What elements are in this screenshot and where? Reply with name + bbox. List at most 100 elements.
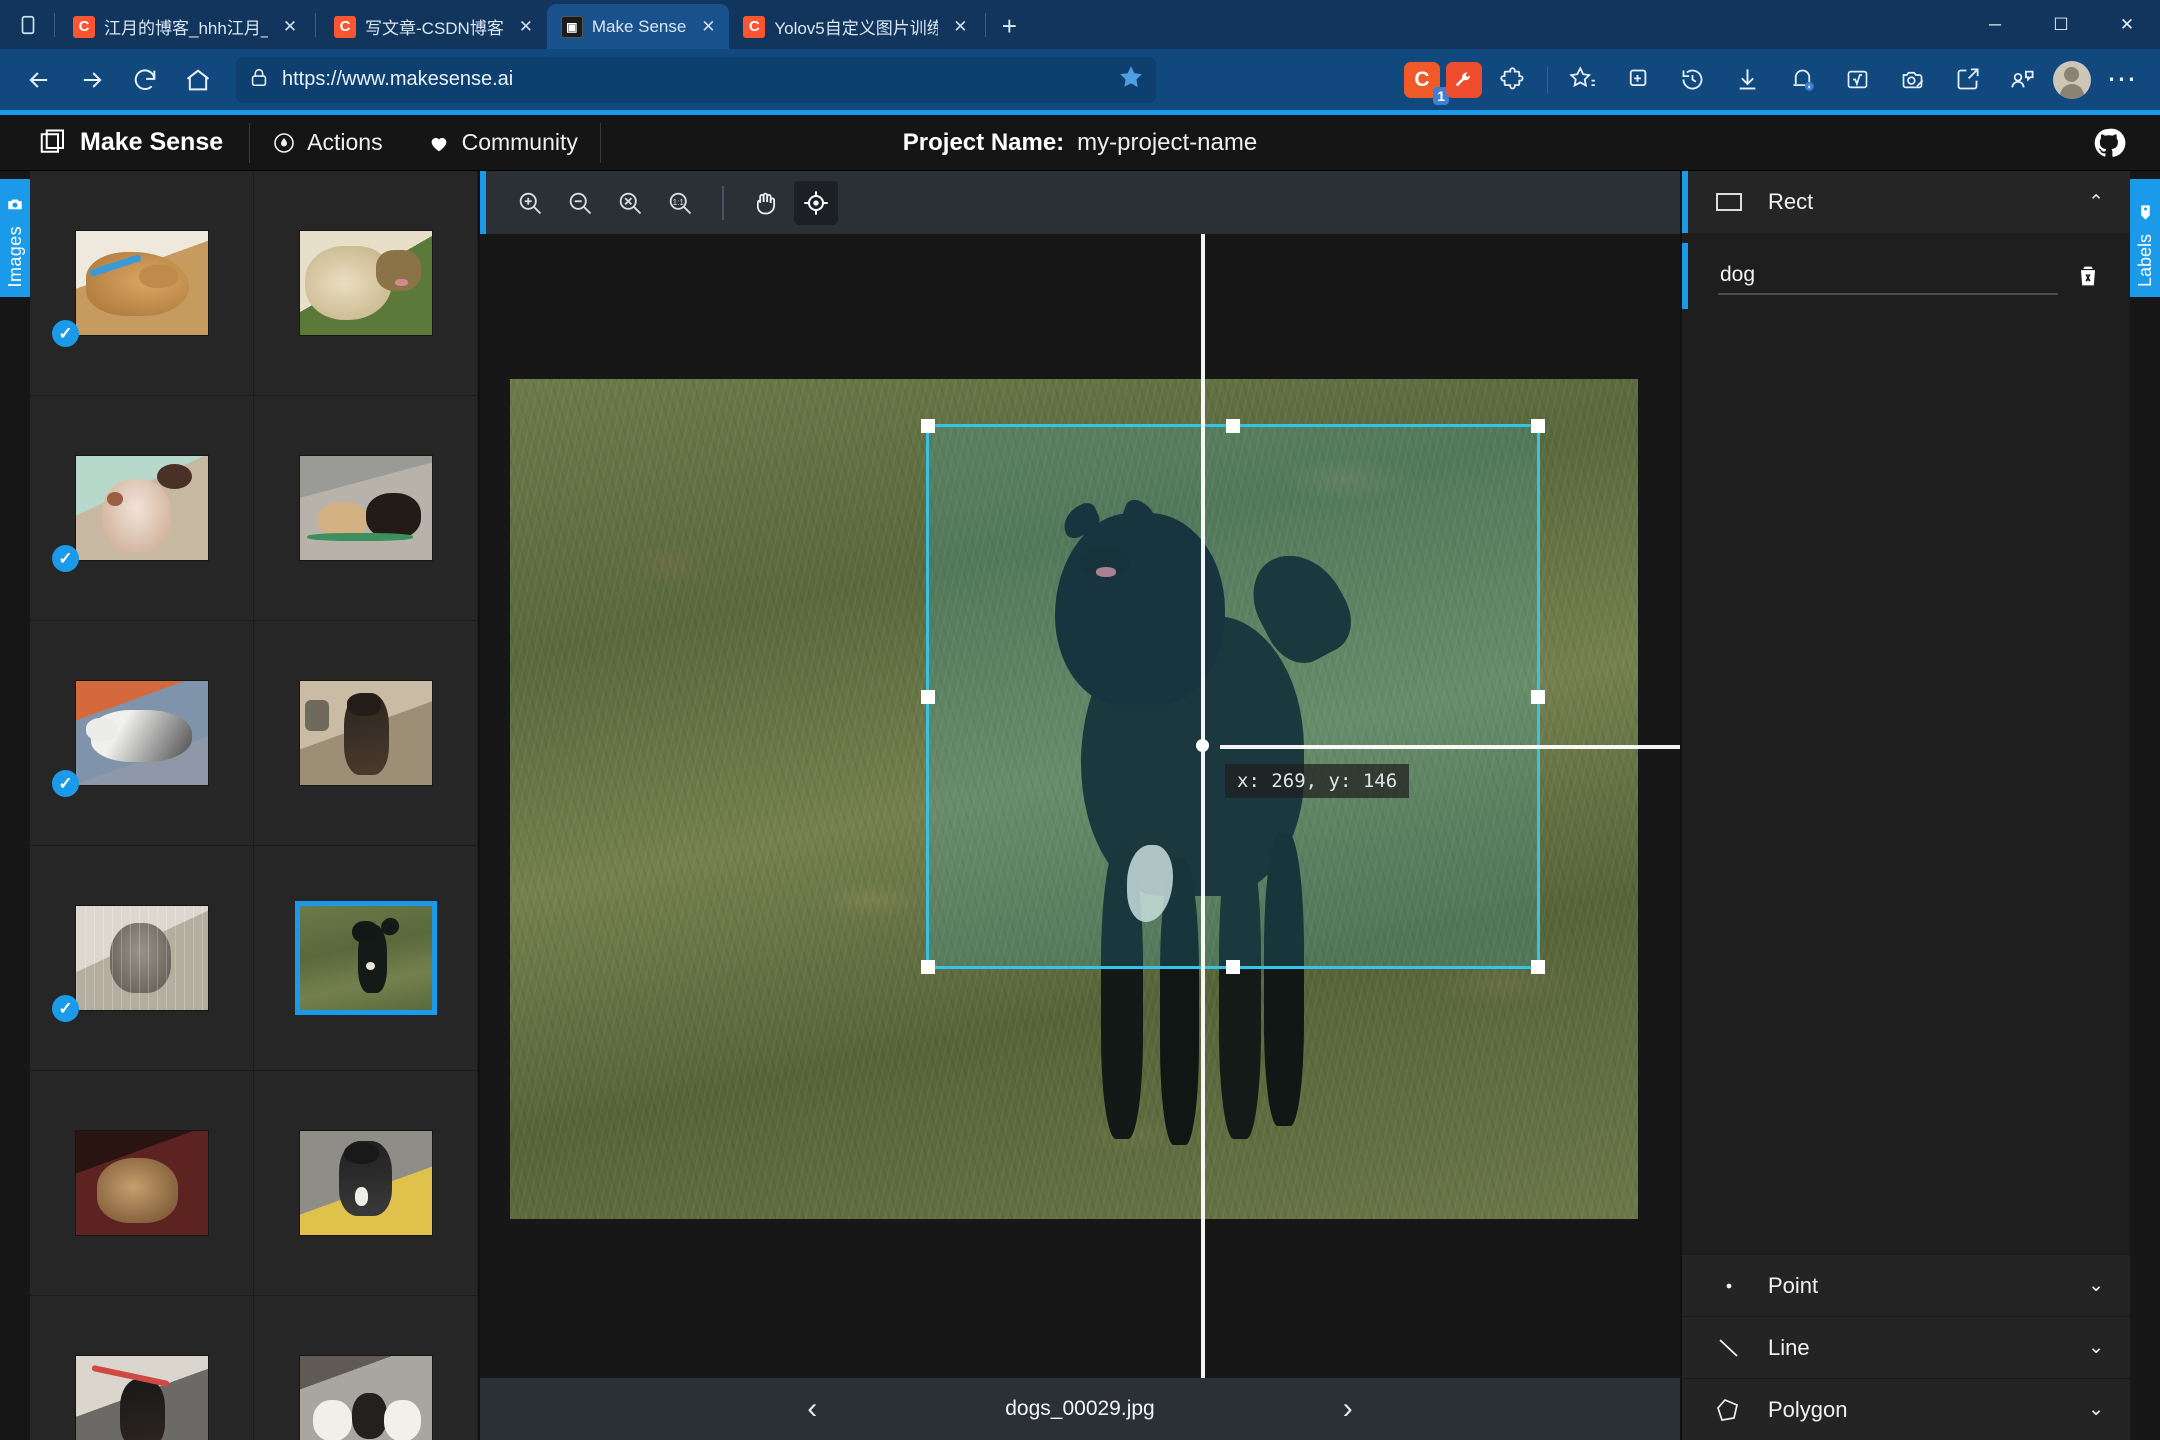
close-window-button[interactable]: ✕ bbox=[2094, 0, 2160, 49]
history-icon[interactable] bbox=[1668, 55, 1717, 104]
label-row[interactable] bbox=[1682, 243, 2130, 309]
minimize-button[interactable]: ─ bbox=[1962, 0, 2028, 49]
back-arrow-icon[interactable] bbox=[14, 55, 63, 104]
tab-title: Make Sense bbox=[591, 16, 687, 36]
nav-actions-label: Actions bbox=[307, 129, 383, 155]
tag-icon bbox=[2137, 204, 2154, 226]
selected-check-icon[interactable]: ✓ bbox=[52, 545, 79, 572]
tab-actions-icon[interactable] bbox=[6, 3, 50, 47]
project-name-value[interactable]: my-project-name bbox=[1077, 129, 1257, 157]
browser-tab-4[interactable]: C Yolov5自定义图片训练测试及模型 ✕ bbox=[729, 4, 981, 49]
avatar[interactable] bbox=[2053, 60, 2091, 99]
label-name-input[interactable] bbox=[1718, 257, 2058, 295]
app-header: Make Sense Actions Community Project Nam… bbox=[0, 115, 2160, 171]
settings-more-icon[interactable]: ⋯ bbox=[2097, 55, 2146, 104]
url-text: https://www.makesense.ai bbox=[282, 68, 514, 90]
rect-annotation[interactable] bbox=[921, 419, 1545, 974]
browser-tab-2[interactable]: C 写文章-CSDN博客 ✕ bbox=[320, 4, 547, 49]
csdn-icon: C bbox=[743, 15, 766, 38]
notifications-bell-icon[interactable] bbox=[1778, 55, 1827, 104]
trash-icon[interactable] bbox=[2072, 260, 2104, 292]
home-icon[interactable] bbox=[173, 55, 222, 104]
tool-extension-icon[interactable] bbox=[1446, 61, 1482, 98]
resize-handle-br[interactable] bbox=[1531, 960, 1545, 974]
image-navigation-bar: ‹ dogs_00029.jpg › bbox=[480, 1378, 1680, 1440]
list-item[interactable]: ✓ bbox=[254, 621, 478, 846]
favorites-star-icon[interactable] bbox=[1558, 55, 1607, 104]
chevron-up-icon[interactable] bbox=[2088, 191, 2104, 214]
resize-handle-tl[interactable] bbox=[921, 419, 935, 433]
chevron-down-icon[interactable] bbox=[2088, 1398, 2104, 1421]
thumbnail-image bbox=[299, 231, 432, 335]
nav-actions[interactable]: Actions bbox=[250, 129, 404, 156]
resize-handle-ml[interactable] bbox=[921, 689, 935, 704]
browser-tab-3-active[interactable]: ▣ Make Sense ✕ bbox=[546, 4, 730, 49]
resize-handle-bc[interactable] bbox=[1226, 960, 1240, 974]
selected-check-icon[interactable]: ✓ bbox=[52, 770, 79, 797]
collections-icon[interactable] bbox=[1613, 55, 1662, 104]
previous-image-button[interactable]: ‹ bbox=[789, 1392, 835, 1426]
divider bbox=[985, 13, 987, 37]
close-icon[interactable]: ✕ bbox=[277, 14, 303, 40]
rectangle-icon bbox=[1714, 191, 1744, 213]
browser-tab-1[interactable]: C 江月的博客_hhh江月_CSDN博客 ✕ bbox=[59, 4, 311, 49]
chevron-down-icon[interactable] bbox=[2088, 1336, 2104, 1359]
reload-icon[interactable] bbox=[120, 55, 169, 104]
extensions-puzzle-icon[interactable] bbox=[1488, 55, 1537, 104]
star-filled-icon[interactable] bbox=[1118, 64, 1144, 95]
panel-section-polygon[interactable]: Polygon bbox=[1682, 1378, 2130, 1440]
selected-check-icon[interactable]: ✓ bbox=[52, 320, 79, 347]
list-item-selected[interactable]: ✓ bbox=[254, 846, 478, 1071]
list-item[interactable] bbox=[30, 1296, 254, 1440]
address-bar[interactable]: https://www.makesense.ai bbox=[236, 56, 1156, 103]
list-item[interactable] bbox=[30, 1071, 254, 1296]
list-item[interactable]: ✓ bbox=[30, 171, 254, 396]
sidebar-tab-labels[interactable]: Labels bbox=[2130, 179, 2160, 297]
maximize-button[interactable]: ☐ bbox=[2028, 0, 2094, 49]
app-logo[interactable]: Make Sense bbox=[0, 128, 249, 158]
list-item[interactable] bbox=[254, 1296, 478, 1440]
thumbnail-image bbox=[75, 1356, 208, 1440]
zoom-out-icon[interactable] bbox=[558, 181, 602, 225]
zoom-in-icon[interactable] bbox=[508, 181, 552, 225]
nav-community[interactable]: Community bbox=[405, 129, 600, 156]
panel-section-rect[interactable]: Rect bbox=[1682, 171, 2130, 233]
github-icon[interactable] bbox=[2092, 126, 2126, 160]
new-tab-button[interactable]: + bbox=[990, 7, 1028, 45]
list-item[interactable]: ✓ bbox=[30, 846, 254, 1071]
resize-handle-bl[interactable] bbox=[921, 960, 935, 974]
math-solver-icon[interactable] bbox=[1833, 55, 1882, 104]
close-icon[interactable]: ✕ bbox=[695, 14, 721, 40]
resize-handle-mr[interactable] bbox=[1531, 689, 1545, 704]
panel-section-line[interactable]: Line bbox=[1682, 1316, 2130, 1378]
thumbnail-image bbox=[299, 681, 432, 785]
chevron-down-icon[interactable] bbox=[2088, 1274, 2104, 1297]
panel-section-point[interactable]: Point bbox=[1682, 1254, 2130, 1316]
forward-arrow-icon[interactable] bbox=[67, 55, 116, 104]
drop-collections-icon[interactable] bbox=[1998, 55, 2047, 104]
resize-handle-tc[interactable] bbox=[1226, 419, 1240, 433]
zoom-fit-icon[interactable] bbox=[608, 181, 652, 225]
list-item[interactable]: ✓ bbox=[254, 396, 478, 621]
close-icon[interactable]: ✕ bbox=[947, 14, 973, 40]
csdn-extension-icon[interactable]: C 1 bbox=[1404, 61, 1449, 105]
zoom-one-to-one-icon[interactable]: 1:1 bbox=[658, 181, 702, 225]
selected-check-icon[interactable]: ✓ bbox=[52, 995, 79, 1022]
sidebar-tab-images[interactable]: Images bbox=[0, 179, 30, 297]
list-item[interactable]: ✓ bbox=[254, 171, 478, 396]
resize-handle-tr[interactable] bbox=[1531, 419, 1545, 433]
list-item[interactable]: ✓ bbox=[30, 396, 254, 621]
panel-section-point-title: Point bbox=[1768, 1272, 1819, 1298]
project-name-display: Project Name: my-project-name bbox=[903, 129, 1257, 157]
list-item[interactable]: ✓ bbox=[30, 621, 254, 846]
next-image-button[interactable]: › bbox=[1325, 1392, 1371, 1426]
list-item[interactable] bbox=[254, 1071, 478, 1296]
close-icon[interactable]: ✕ bbox=[513, 14, 539, 40]
pan-hand-icon[interactable] bbox=[744, 181, 788, 225]
downloads-icon[interactable] bbox=[1723, 55, 1772, 104]
annotation-canvas[interactable]: x: 269, y: 146 bbox=[480, 234, 1680, 1378]
share-icon[interactable] bbox=[1943, 55, 1992, 104]
image-thumbnail-grid[interactable]: ✓ ✓ ✓ ✓ bbox=[30, 171, 480, 1440]
crosshair-select-icon[interactable] bbox=[794, 180, 838, 225]
screenshot-icon[interactable] bbox=[1888, 55, 1937, 104]
